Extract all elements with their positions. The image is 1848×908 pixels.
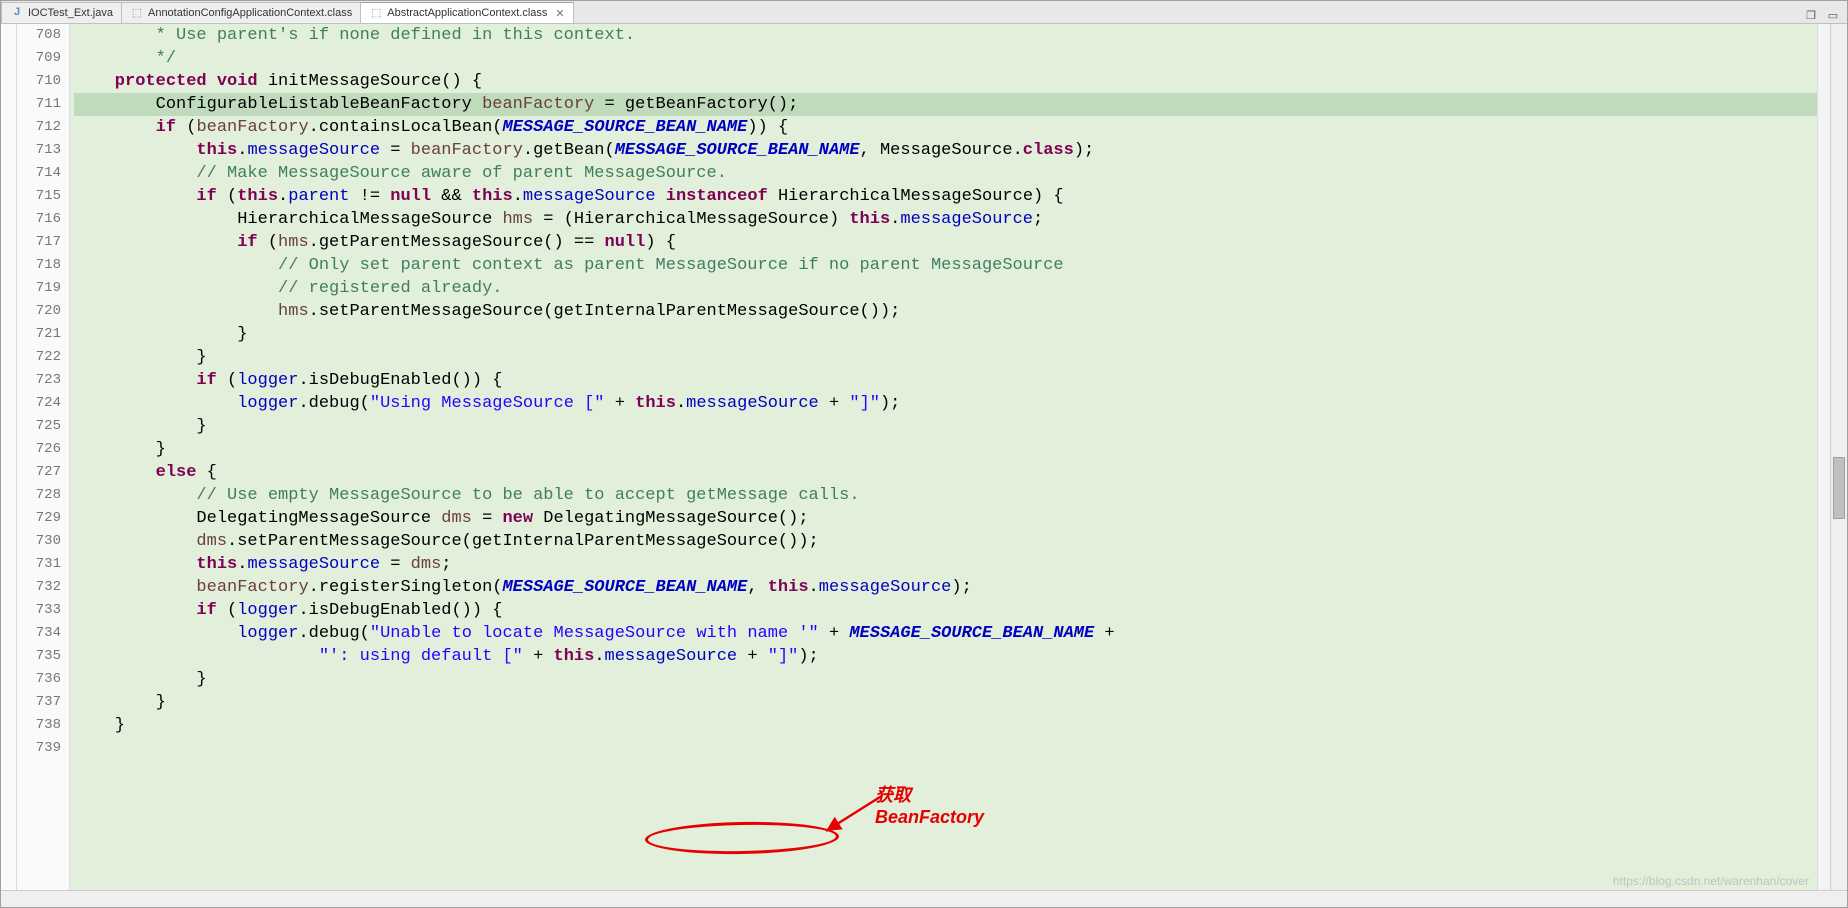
class-file-icon: ⬚ xyxy=(130,6,144,20)
code-line[interactable]: this.messageSource = beanFactory.getBean… xyxy=(74,139,1817,162)
line-number: 733 xyxy=(21,599,61,622)
line-number: 720 xyxy=(21,300,61,323)
code-line[interactable]: // Use empty MessageSource to be able to… xyxy=(74,484,1817,507)
java-file-icon: J xyxy=(10,6,24,20)
code-line[interactable]: if (beanFactory.containsLocalBean(MESSAG… xyxy=(74,116,1817,139)
line-number: 728 xyxy=(21,484,61,507)
tab-bar: J IOCTest_Ext.java ⬚ AnnotationConfigApp… xyxy=(1,1,1847,24)
code-line[interactable]: } xyxy=(74,714,1817,737)
line-number-gutter: 7087097107117127137147157167177187197207… xyxy=(17,24,70,890)
code-line[interactable]: logger.debug("Unable to locate MessageSo… xyxy=(74,622,1817,645)
line-number: 737 xyxy=(21,691,61,714)
minimize-button[interactable]: ▭ xyxy=(1825,7,1841,23)
line-number: 726 xyxy=(21,438,61,461)
line-number: 735 xyxy=(21,645,61,668)
tab-label: IOCTest_Ext.java xyxy=(28,7,113,19)
code-line[interactable]: } xyxy=(74,668,1817,691)
editor-body: 7087097107117127137147157167177187197207… xyxy=(1,24,1847,890)
code-line[interactable]: beanFactory.registerSingleton(MESSAGE_SO… xyxy=(74,576,1817,599)
code-line[interactable]: } xyxy=(74,438,1817,461)
tab-abstract-application-context[interactable]: ⬚ AbstractApplicationContext.class ✕ xyxy=(360,2,573,23)
code-line[interactable]: // Only set parent context as parent Mes… xyxy=(74,254,1817,277)
horizontal-scrollbar[interactable] xyxy=(1,890,1847,907)
code-line[interactable]: ConfigurableListableBeanFactory beanFact… xyxy=(74,93,1817,116)
line-number: 731 xyxy=(21,553,61,576)
line-number: 738 xyxy=(21,714,61,737)
code-line[interactable] xyxy=(74,737,1817,760)
line-number: 710 xyxy=(21,70,61,93)
line-number: 734 xyxy=(21,622,61,645)
code-line[interactable]: } xyxy=(74,346,1817,369)
line-number: 724 xyxy=(21,392,61,415)
code-line[interactable]: hms.setParentMessageSource(getInternalPa… xyxy=(74,300,1817,323)
overview-ruler[interactable] xyxy=(1817,24,1830,890)
line-number: 727 xyxy=(21,461,61,484)
restore-button[interactable]: ❐ xyxy=(1803,7,1819,23)
code-line[interactable]: if (logger.isDebugEnabled()) { xyxy=(74,599,1817,622)
line-number: 721 xyxy=(21,323,61,346)
code-line[interactable]: } xyxy=(74,415,1817,438)
code-line[interactable]: * Use parent's if none defined in this c… xyxy=(74,24,1817,47)
class-file-icon: ⬚ xyxy=(369,6,383,20)
tab-label: AbstractApplicationContext.class xyxy=(387,7,547,19)
code-line[interactable]: else { xyxy=(74,461,1817,484)
code-line[interactable]: DelegatingMessageSource dms = new Delega… xyxy=(74,507,1817,530)
annotation-arrow-icon xyxy=(822,795,882,835)
code-line[interactable]: */ xyxy=(74,47,1817,70)
code-line[interactable]: if (hms.getParentMessageSource() == null… xyxy=(74,231,1817,254)
code-line[interactable]: if (this.parent != null && this.messageS… xyxy=(74,185,1817,208)
code-line[interactable]: dms.setParentMessageSource(getInternalPa… xyxy=(74,530,1817,553)
line-number: 736 xyxy=(21,668,61,691)
code-line[interactable]: logger.debug("Using MessageSource [" + t… xyxy=(74,392,1817,415)
editor-frame: J IOCTest_Ext.java ⬚ AnnotationConfigApp… xyxy=(0,0,1848,908)
code-line[interactable]: protected void initMessageSource() { xyxy=(74,70,1817,93)
line-number: 712 xyxy=(21,116,61,139)
line-number: 709 xyxy=(21,47,61,70)
code-line[interactable]: if (logger.isDebugEnabled()) { xyxy=(74,369,1817,392)
close-icon[interactable]: ✕ xyxy=(555,7,564,20)
code-lines[interactable]: * Use parent's if none defined in this c… xyxy=(70,24,1817,760)
line-number: 723 xyxy=(21,369,61,392)
code-line[interactable]: } xyxy=(74,691,1817,714)
line-number: 730 xyxy=(21,530,61,553)
line-number: 719 xyxy=(21,277,61,300)
code-line[interactable]: } xyxy=(74,323,1817,346)
line-number: 713 xyxy=(21,139,61,162)
annotation-text: 获取BeanFactory xyxy=(875,781,984,828)
code-line[interactable]: // registered already. xyxy=(74,277,1817,300)
line-number: 714 xyxy=(21,162,61,185)
tab-ioctest[interactable]: J IOCTest_Ext.java xyxy=(1,2,122,23)
line-number: 708 xyxy=(21,24,61,47)
line-number: 711 xyxy=(21,93,61,116)
tab-annotation-config[interactable]: ⬚ AnnotationConfigApplicationContext.cla… xyxy=(121,2,361,23)
code-area[interactable]: * Use parent's if none defined in this c… xyxy=(70,24,1817,890)
tab-label: AnnotationConfigApplicationContext.class xyxy=(148,7,352,19)
line-number: 717 xyxy=(21,231,61,254)
scroll-thumb[interactable] xyxy=(1833,457,1845,519)
line-number: 722 xyxy=(21,346,61,369)
line-number: 718 xyxy=(21,254,61,277)
vertical-scrollbar[interactable] xyxy=(1830,24,1847,890)
code-line[interactable]: HierarchicalMessageSource hms = (Hierarc… xyxy=(74,208,1817,231)
folding-ruler[interactable] xyxy=(1,24,17,890)
watermark: https://blog.csdn.net/warenhan/cover xyxy=(1613,874,1809,888)
code-line[interactable]: // Make MessageSource aware of parent Me… xyxy=(74,162,1817,185)
line-number: 732 xyxy=(21,576,61,599)
line-number: 739 xyxy=(21,737,61,760)
line-number: 725 xyxy=(21,415,61,438)
line-number: 716 xyxy=(21,208,61,231)
line-number: 715 xyxy=(21,185,61,208)
code-line[interactable]: this.messageSource = dms; xyxy=(74,553,1817,576)
code-line[interactable]: "': using default [" + this.messageSourc… xyxy=(74,645,1817,668)
line-number: 729 xyxy=(21,507,61,530)
tab-bar-tools: ❐ ▭ xyxy=(1803,7,1847,23)
annotation-circle xyxy=(645,820,840,855)
